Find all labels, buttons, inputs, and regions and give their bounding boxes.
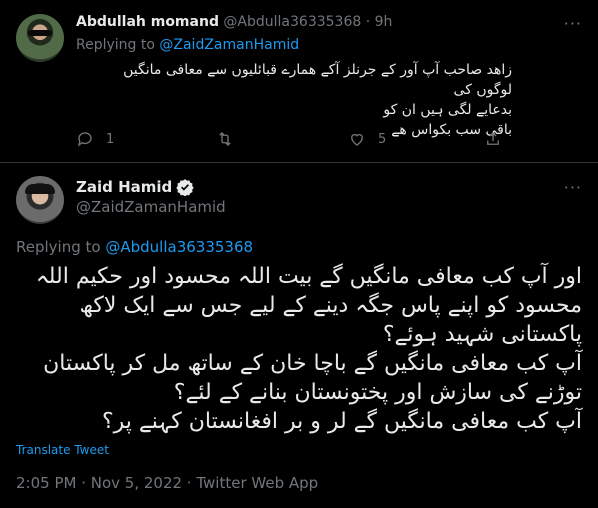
tweet-text-line: اور آپ کب معافی مانگیں گے بیت اللہ محسود… bbox=[35, 264, 582, 289]
reply-count: 1 bbox=[106, 131, 115, 147]
tweet-timestamp[interactable]: 2:05 PM · Nov 5, 2022 · Twitter Web App bbox=[16, 474, 318, 492]
tweet-text-line: آپ کب معافی مانگیں گے باچا خان کے ساتھ م… bbox=[43, 351, 582, 376]
avatar[interactable] bbox=[16, 14, 64, 62]
translate-tweet-link[interactable]: Translate Tweet bbox=[16, 443, 109, 457]
tweet-text-line: بدعایے لگی ہیں ان کو bbox=[383, 102, 512, 118]
author-handle[interactable]: @ZaidZamanHamid bbox=[76, 198, 226, 216]
like-button[interactable]: 5 bbox=[348, 130, 386, 148]
tweet-text: زاھد صاحب آپ آور کے جرنلز آکے ھمارے قبائ… bbox=[92, 60, 512, 140]
reply-tweet[interactable]: Abdullah momand @Abdulla36335368 · 9h ··… bbox=[0, 0, 598, 162]
tweet-text-line: توڑنے کی سازش اور پختونستان بنانے کے لئے… bbox=[173, 380, 582, 405]
replying-to: Replying to @Abdulla36335368 bbox=[16, 238, 253, 256]
tweet-text-line: زاھد صاحب آپ آور کے جرنلز آکے ھمارے قبائ… bbox=[123, 62, 512, 98]
reply-button[interactable]: 1 bbox=[76, 130, 114, 148]
tweet-time[interactable]: 9h bbox=[375, 14, 393, 30]
reply-icon bbox=[77, 132, 92, 147]
tweet-text-line: پاکستانی شہید ہوئے؟ bbox=[382, 322, 582, 347]
share-button[interactable] bbox=[484, 130, 502, 148]
divider bbox=[0, 162, 598, 163]
mention-link[interactable]: @Abdulla36335368 bbox=[105, 238, 253, 256]
mention-link[interactable]: @ZaidZamanHamid bbox=[159, 37, 299, 53]
retweet-button[interactable] bbox=[216, 130, 246, 148]
avatar[interactable] bbox=[16, 176, 64, 224]
tweet-text-line: محسود کو اپنے پاس جگہ دینے کے لیے جس سے … bbox=[79, 293, 583, 318]
author-handle[interactable]: @Abdulla36335368 bbox=[223, 14, 361, 30]
author-name[interactable]: Zaid Hamid bbox=[76, 178, 172, 196]
like-count: 5 bbox=[378, 131, 387, 147]
author-name[interactable]: Abdullah momand bbox=[76, 14, 219, 30]
replying-label: Replying to bbox=[76, 37, 155, 53]
author-name-row: Zaid Hamid bbox=[76, 178, 194, 196]
replying-label: Replying to bbox=[16, 238, 101, 256]
more-icon[interactable]: ··· bbox=[564, 14, 582, 33]
tweet-header: Abdullah momand @Abdulla36335368 · 9h bbox=[76, 14, 393, 30]
tweet-text: اور آپ کب معافی مانگیں گے بیت اللہ محسود… bbox=[16, 262, 582, 436]
replying-to: Replying to @ZaidZamanHamid bbox=[76, 37, 299, 53]
share-icon bbox=[487, 132, 499, 145]
tweet-text-line: آپ کب معافی مانگیں گے لر و بر افغانستان … bbox=[101, 409, 582, 434]
more-icon[interactable]: ··· bbox=[564, 178, 582, 197]
heart-icon bbox=[351, 133, 363, 146]
retweet-icon bbox=[219, 132, 231, 146]
verified-badge-icon bbox=[176, 179, 194, 196]
tweet-actions: 1 5 bbox=[76, 130, 506, 150]
